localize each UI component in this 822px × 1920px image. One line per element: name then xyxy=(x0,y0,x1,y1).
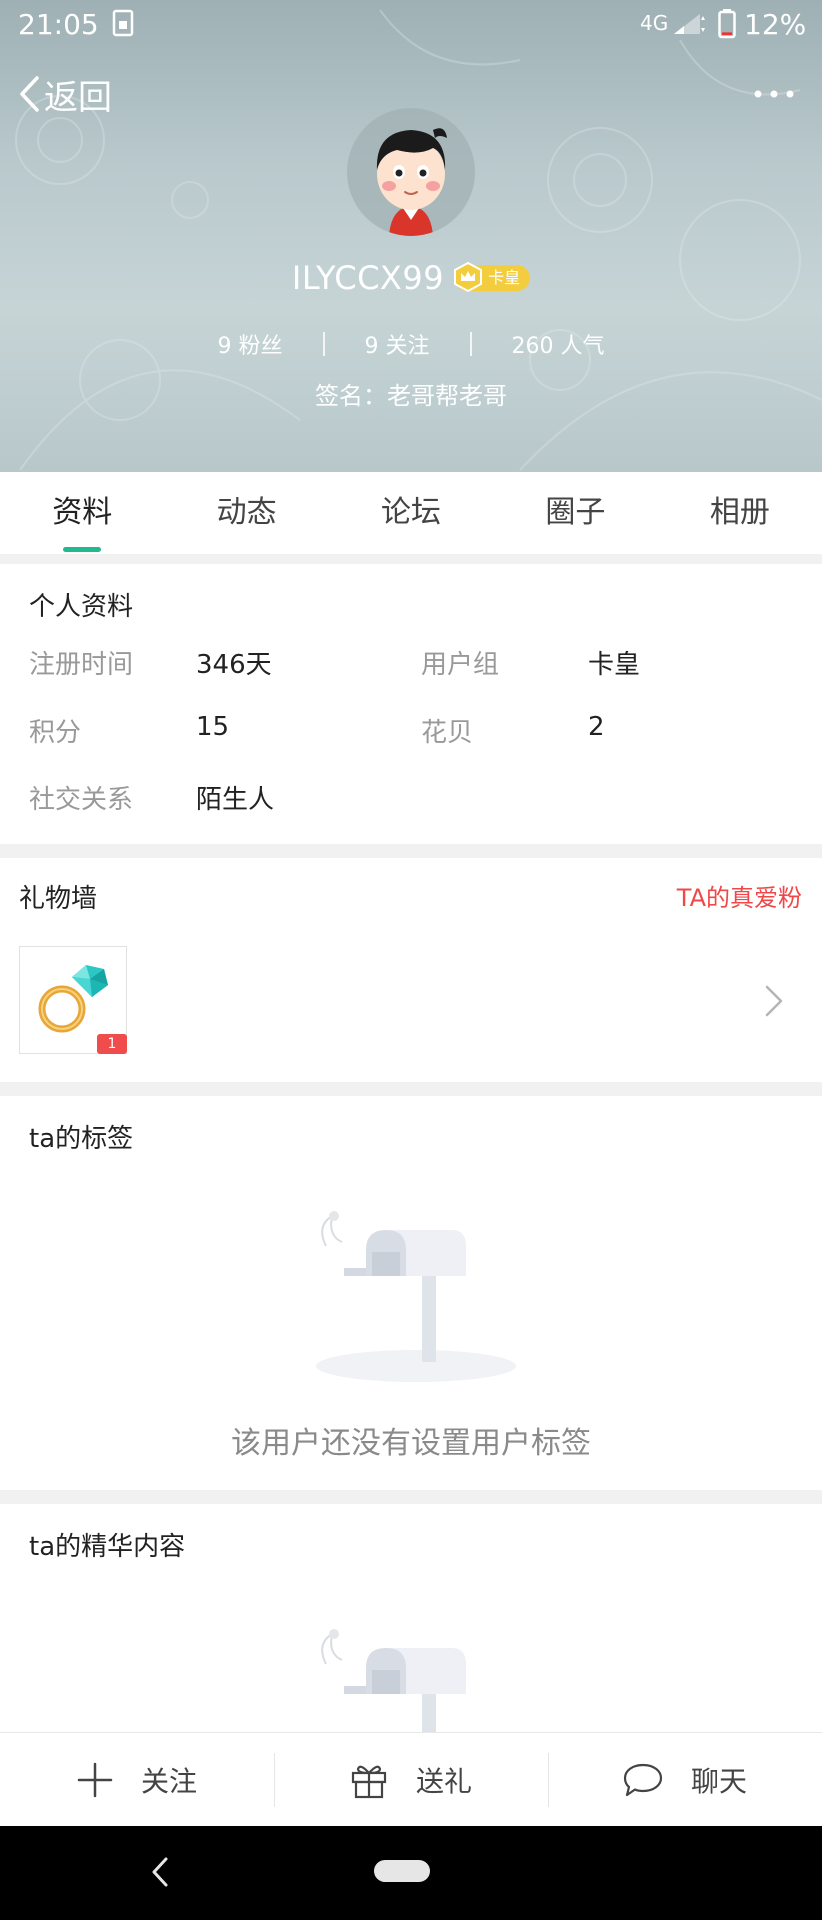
tab-activity[interactable]: 动态 xyxy=(164,472,328,554)
tab-info[interactable]: 资料 xyxy=(0,472,164,554)
info-row: 积分 15 花贝 2 xyxy=(0,712,822,752)
plus-icon xyxy=(77,1762,113,1797)
field-value: 2 xyxy=(588,712,605,742)
username-row: ILYCCX99 卡皇 xyxy=(0,254,822,302)
status-time: 21:05 xyxy=(18,8,99,41)
bottom-action-bar: 关注 送礼 聊天 xyxy=(0,1732,822,1826)
avatar[interactable] xyxy=(347,108,475,236)
battery-percent: 12% xyxy=(744,8,807,41)
true-fans-link[interactable]: TA的真爱粉 xyxy=(677,878,802,913)
tab-forum[interactable]: 论坛 xyxy=(329,472,493,554)
signature: 签名：老哥帮老哥 xyxy=(315,382,507,410)
signal-icon xyxy=(674,14,705,34)
chat-label: 聊天 xyxy=(690,1764,747,1798)
nav-home-pill[interactable] xyxy=(374,1860,430,1882)
stat-following[interactable]: 9 关注 xyxy=(325,328,470,360)
network-type: 4G xyxy=(640,11,669,35)
crown-icon xyxy=(454,261,483,293)
field-label: 社交关系 xyxy=(29,785,134,815)
chevron-right-icon[interactable] xyxy=(764,984,784,1018)
stat-fans[interactable]: 9 粉丝 xyxy=(178,328,323,360)
vip-badge: 卡皇 xyxy=(454,261,531,293)
field-label: 用户组 xyxy=(421,650,500,680)
system-nav-bar xyxy=(0,1826,822,1920)
user-profile-screen: 21:05 4G 12% 返回 ILYCCX99 卡皇 9 粉丝 9 关注 26… xyxy=(0,0,822,1920)
field-value: 卡皇 xyxy=(588,650,641,680)
tab-album[interactable]: 相册 xyxy=(658,472,822,554)
nav-back-icon[interactable] xyxy=(150,1856,170,1888)
more-options-icon[interactable] xyxy=(752,80,796,108)
field-label: 花贝 xyxy=(421,718,474,748)
info-row: 注册时间 346天 用户组 卡皇 xyxy=(0,644,822,684)
send-gift-button[interactable]: 送礼 xyxy=(274,1733,548,1826)
section-title: ta的精华内容 xyxy=(29,1532,186,1562)
profile-tabs: 资料 动态 论坛 圈子 相册 xyxy=(0,472,822,554)
back-label: 返回 xyxy=(44,77,112,118)
tab-circles[interactable]: 圈子 xyxy=(493,472,657,554)
send-gift-label: 送礼 xyxy=(415,1764,472,1798)
stat-popularity: 260 人气 xyxy=(511,334,605,359)
stats-row: 9 粉丝 9 关注 260 人气 xyxy=(0,324,822,364)
section-title: 礼物墙 xyxy=(19,884,98,914)
username: ILYCCX99 xyxy=(291,259,445,297)
featured-content-section: ta的精华内容 xyxy=(0,1504,822,1732)
info-row: 社交关系 陌生人 xyxy=(0,779,822,819)
battery-icon xyxy=(718,9,736,39)
profile-banner: 21:05 4G 12% 返回 ILYCCX99 卡皇 9 粉丝 9 关注 26… xyxy=(0,0,822,472)
gift-item[interactable]: 1 xyxy=(19,946,127,1054)
status-bar: 21:05 4G 12% xyxy=(0,0,822,48)
field-value: 陌生人 xyxy=(196,785,275,815)
sim-card-icon xyxy=(112,9,134,37)
chat-button[interactable]: 聊天 xyxy=(548,1733,822,1826)
chevron-left-icon xyxy=(20,76,39,112)
cartoon-avatar-icon xyxy=(376,128,447,236)
field-label: 注册时间 xyxy=(29,650,134,680)
gift-icon xyxy=(351,1765,387,1798)
vip-label: 卡皇 xyxy=(488,268,521,287)
section-title: 个人资料 xyxy=(29,592,134,622)
field-label: 积分 xyxy=(29,718,82,748)
personal-info-section: 个人资料 注册时间 346天 用户组 卡皇 积分 15 花贝 2 社交关系 陌生… xyxy=(0,564,822,844)
field-value: 346天 xyxy=(196,650,272,680)
follow-label: 关注 xyxy=(140,1764,197,1798)
chat-bubble-icon xyxy=(623,1763,663,1796)
mailbox-icon xyxy=(321,1629,466,1732)
gift-count-badge: 1 xyxy=(97,1034,127,1054)
follow-button[interactable]: 关注 xyxy=(0,1733,274,1826)
back-button[interactable]: 返回 xyxy=(18,70,112,118)
section-title: ta的标签 xyxy=(29,1124,134,1154)
mailbox-icon xyxy=(316,1211,516,1382)
empty-tags-message: 该用户还没有设置用户标签 xyxy=(231,1426,591,1461)
field-value: 15 xyxy=(196,712,230,742)
user-tags-section: ta的标签 该用户还没有设置用户标签 xyxy=(0,1096,822,1490)
gift-wall-section: 礼物墙 TA的真爱粉 1 xyxy=(0,858,822,1082)
